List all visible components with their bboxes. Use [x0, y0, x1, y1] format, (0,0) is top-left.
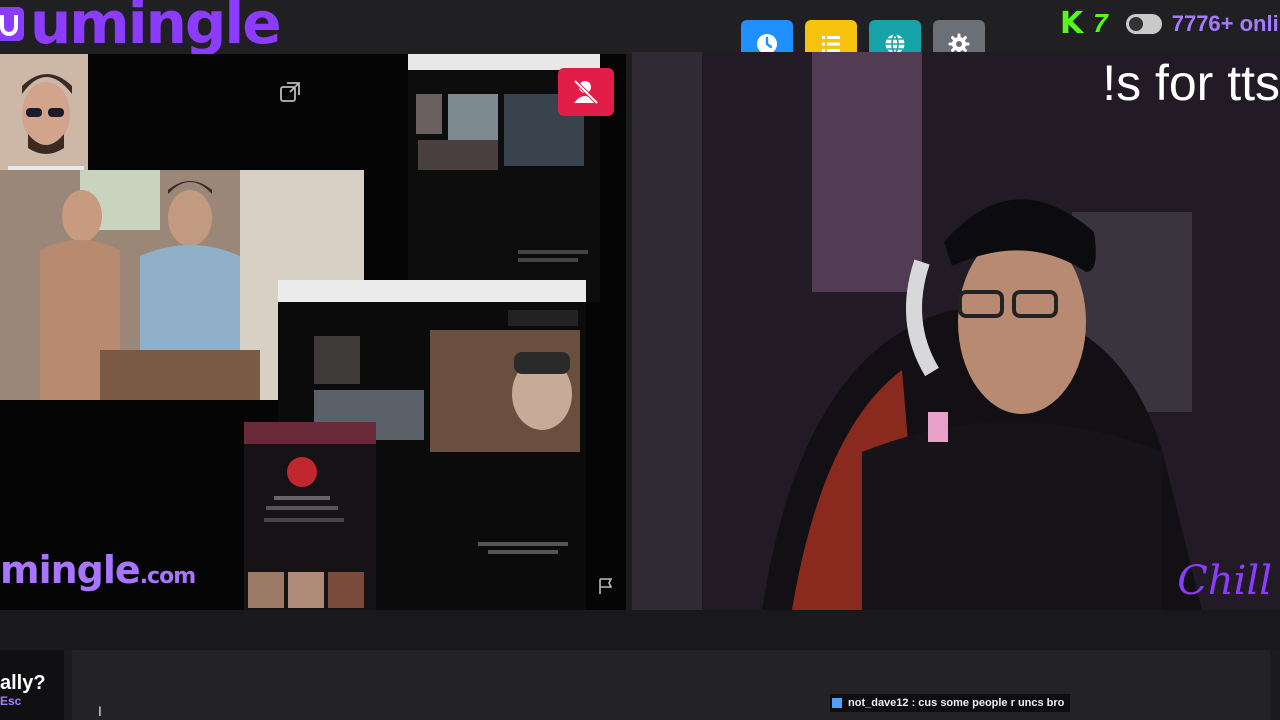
- text-cursor-icon: I: [98, 703, 102, 719]
- user-badge-icon: [832, 698, 842, 708]
- logo-mark-icon: [0, 7, 24, 41]
- tts-overlay-text: !s for tts: [1102, 55, 1280, 111]
- streamer-camera-image: [632, 52, 1280, 610]
- stream-watermark: Chill: [1177, 558, 1272, 604]
- bottom-bar: [0, 610, 1280, 650]
- site-watermark: mingle.com: [0, 548, 196, 592]
- chat-video-panel: mingle.com: [0, 54, 626, 610]
- user-slash-icon: [573, 79, 599, 105]
- site-name: mingle: [0, 548, 141, 592]
- self-camera: [0, 54, 88, 180]
- report-user-button[interactable]: [558, 68, 614, 116]
- chat-message-text: not_dave12 : cus some people r uncs bro: [848, 697, 1065, 709]
- toggle-switch[interactable]: [1125, 13, 1162, 34]
- site-tld: .com: [139, 564, 196, 589]
- umingle-logo[interactable]: umingle: [0, 0, 282, 57]
- esc-key-hint: Esc: [0, 694, 22, 708]
- kick-status: K 7 7776+ onli: [1060, 6, 1279, 41]
- nested-profile-popup: [244, 422, 376, 610]
- streamer-camera: !s for tts Chill: [632, 52, 1280, 610]
- online-count: 7776+ onli: [1171, 10, 1279, 36]
- tip-question: ally?: [0, 672, 46, 694]
- self-camera-image: [0, 54, 88, 180]
- nested-profile-image: [244, 422, 376, 610]
- logo-text: umingle: [30, 0, 282, 57]
- chat-message: not_dave12 : cus some people r uncs bro: [830, 694, 1071, 712]
- kick-viewer-count: 7: [1093, 8, 1108, 38]
- popout-icon[interactable]: [278, 80, 302, 104]
- chat-input[interactable]: [72, 650, 1270, 720]
- kick-logo-icon: K: [1060, 6, 1084, 41]
- flag-icon[interactable]: [596, 576, 616, 596]
